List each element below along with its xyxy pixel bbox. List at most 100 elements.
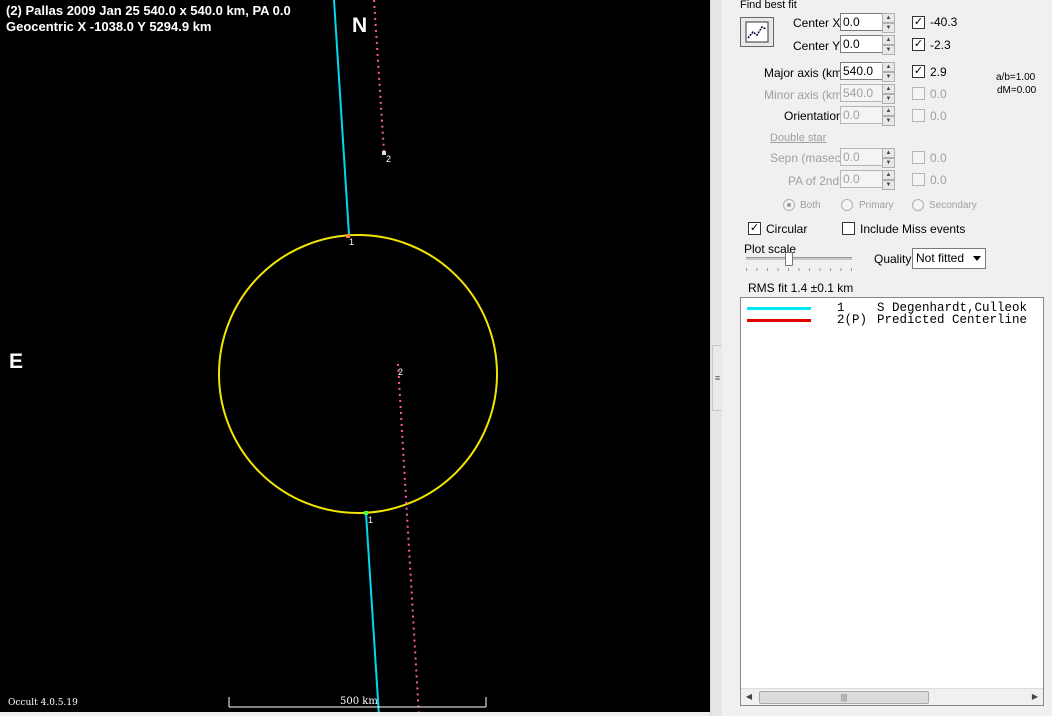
center-x-label: Center X [793,16,841,30]
spin-up-icon[interactable]: ▲ [882,35,895,45]
fit-panel: Find best fit Center X 0.0 ▲ ▼ ✓ -40.3 Ce… [722,0,1052,716]
center-y-result: -2.3 [930,38,951,52]
chord-color-swatch [747,307,811,310]
major-axis-value[interactable]: 540.0 [840,62,884,80]
center-x-value[interactable]: 0.0 [840,13,884,31]
pa-2nd-result: 0.0 [930,173,947,187]
version-label: Occult 4.0.5.19 [8,698,78,708]
major-axis-checkbox[interactable]: ✓ [912,65,925,78]
minor-axis-value[interactable]: 540.0 [840,84,884,102]
plot-scale-ticks [746,268,852,271]
spin-up-icon[interactable]: ▲ [882,148,895,158]
plot-scale-track[interactable] [746,257,852,260]
scrollbar-thumb[interactable]: ||| [759,691,929,704]
radio-secondary-label: Secondary [929,200,977,211]
minor-axis-input[interactable]: 540.0 ▲ ▼ [840,84,896,104]
minor-axis-checkbox[interactable] [912,87,925,100]
spin-up-icon[interactable]: ▲ [882,84,895,94]
orientation-value[interactable]: 0.0 [840,106,884,124]
radio-both-label: Both [800,200,821,211]
occultation-plot [218,0,498,716]
include-miss-label: Include Miss events [860,222,966,236]
center-x-result: -40.3 [930,15,958,29]
chevron-down-icon [973,256,981,261]
north-label: N [352,14,368,37]
asteroid-outline [218,234,498,514]
horizontal-scrollbar[interactable]: ◀ ||| ▶ [741,688,1043,705]
orientation-label: Orientation [784,109,843,123]
plot-subtitle: Geocentric X -1038.0 Y 5294.9 km [6,19,212,34]
sepn-result: 0.0 [930,151,947,165]
chord-label: 2 [386,154,392,164]
spin-down-icon[interactable]: ▼ [882,23,895,33]
chord-number: 2(P) [837,313,868,327]
east-label: E [9,350,24,373]
spin-up-icon[interactable]: ▲ [882,62,895,72]
bottom-strip [0,712,710,716]
circular-label: Circular [766,222,808,236]
pa-2nd-input[interactable]: 0.0 ▲ ▼ [840,170,896,190]
plot-canvas[interactable]: (2) Pallas 2009 Jan 25 540.0 x 540.0 km,… [0,0,710,716]
sepn-value[interactable]: 0.0 [840,148,884,166]
sepn-label: Sepn (masec) [770,151,845,165]
scroll-left-icon[interactable]: ◀ [741,689,757,705]
scroll-right-icon[interactable]: ▶ [1027,689,1043,705]
spin-down-icon[interactable]: ▼ [882,45,895,55]
major-axis-result: 2.9 [930,65,947,79]
fit-button[interactable] [740,17,774,47]
center-x-input[interactable]: 0.0 ▲ ▼ [840,13,896,33]
plot-scale-slider[interactable] [785,252,794,266]
chord-list[interactable]: 1 S Degenhardt,Culleok 2(P) Predicted Ce… [740,297,1044,706]
spin-down-icon[interactable]: ▼ [882,180,895,190]
dm-value: dM=0.00 [997,85,1037,96]
radio-secondary[interactable] [912,199,924,211]
center-y-checkbox[interactable]: ✓ [912,38,925,51]
spin-up-icon[interactable]: ▲ [882,106,895,116]
pa-2nd-checkbox[interactable] [912,173,925,186]
major-axis-label: Major axis (km) [764,66,847,80]
list-item[interactable]: 2(P) Predicted Centerline [741,313,1043,327]
spin-up-icon[interactable]: ▲ [882,170,895,180]
spin-down-icon[interactable]: ▼ [882,158,895,168]
spin-up-icon[interactable]: ▲ [882,13,895,23]
fit-chart-icon [745,21,769,43]
radio-primary[interactable] [841,199,853,211]
sepn-checkbox[interactable] [912,151,925,164]
ab-ratio: a/b=1.00 [996,72,1036,83]
double-star-label: Double star [770,132,827,144]
center-y-value[interactable]: 0.0 [840,35,884,53]
sepn-input[interactable]: 0.0 ▲ ▼ [840,148,896,168]
quality-label: Quality [874,252,912,266]
chord-label: 1 [368,515,374,525]
circular-checkbox[interactable]: ✓ [748,222,761,235]
observed-chord-1-lower [365,512,380,716]
plot-title: (2) Pallas 2009 Jan 25 540.0 x 540.0 km,… [6,3,291,18]
chord-observer: Predicted Centerline [877,313,1028,327]
spin-down-icon[interactable]: ▼ [882,94,895,104]
pa-2nd-label: PA of 2nd [788,174,840,188]
major-axis-input[interactable]: 540.0 ▲ ▼ [840,62,896,82]
spin-down-icon[interactable]: ▼ [882,116,895,126]
minor-axis-label: Minor axis (km) [764,88,847,102]
center-y-input[interactable]: 0.0 ▲ ▼ [840,35,896,55]
chord-color-swatch [747,319,811,322]
radio-primary-label: Primary [859,200,894,211]
rms-fit: RMS fit 1.4 ±0.1 km [748,281,854,295]
radio-both[interactable] [783,199,795,211]
orientation-result: 0.0 [930,109,947,123]
quality-value: Not fitted [916,251,965,265]
pa-2nd-value[interactable]: 0.0 [840,170,884,188]
quality-select[interactable]: Not fitted [912,248,986,269]
chord-label: 1 [349,237,355,247]
observed-chord-1-upper [333,0,350,236]
center-y-label: Center Y [793,39,841,53]
orientation-input[interactable]: 0.0 ▲ ▼ [840,106,896,126]
scale-bar-label: 500 km [340,696,378,707]
spin-down-icon[interactable]: ▼ [882,72,895,82]
predicted-chord-2-upper [373,0,385,153]
orientation-checkbox[interactable] [912,109,925,122]
center-x-checkbox[interactable]: ✓ [912,16,925,29]
include-miss-checkbox[interactable] [842,222,855,235]
group-title: Find best fit [740,0,797,11]
predicted-chord-2-lower [397,363,420,716]
